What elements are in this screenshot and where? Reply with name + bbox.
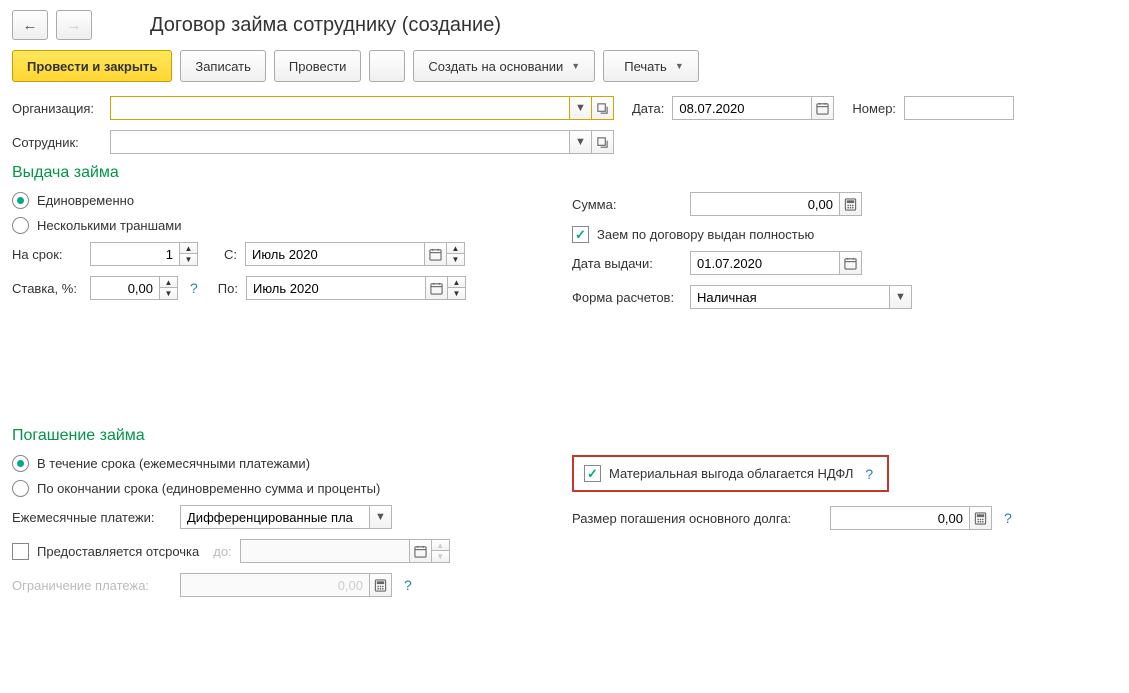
radio-tranches[interactable]: Несколькими траншами (12, 217, 532, 234)
dropdown-icon[interactable]: ▼ (890, 285, 912, 309)
to-spinner[interactable]: ▲▼ (448, 276, 466, 300)
radio-at-end[interactable]: По окончании срока (единовременно сумма … (12, 480, 532, 497)
issue-section-title: Выдача займа (12, 164, 1117, 182)
radio-during[interactable]: В течение срока (ежемесячными платежами) (12, 455, 532, 472)
checkbox-icon (572, 226, 589, 243)
organization-field[interactable]: ▼ (110, 96, 614, 120)
from-input[interactable] (245, 242, 425, 266)
radio-once[interactable]: Единовременно (12, 192, 532, 209)
date-input[interactable] (672, 96, 812, 120)
term-label: На срок: (12, 247, 82, 262)
rate-spinner[interactable]: ▲▼ (160, 276, 178, 300)
page-title: Договор займа сотруднику (создание) (150, 14, 501, 37)
radio-icon (12, 480, 29, 497)
number-input[interactable] (904, 96, 1014, 120)
calculator-icon[interactable] (840, 192, 862, 216)
issue-date-label: Дата выдачи: (572, 256, 682, 271)
loan-full-checkbox[interactable]: Заем по договору выдан полностью (572, 226, 912, 243)
form-input[interactable] (690, 285, 890, 309)
from-spinner[interactable]: ▲▼ (447, 242, 465, 266)
ndfl-highlight-box: Материальная выгода облагается НДФЛ ? (572, 455, 889, 492)
issue-date-input[interactable] (690, 251, 840, 275)
help-icon[interactable]: ? (404, 577, 412, 593)
employee-label: Сотрудник: (12, 135, 102, 150)
ndfl-label: Материальная выгода облагается НДФЛ (609, 466, 853, 481)
radio-icon (12, 455, 29, 472)
help-icon[interactable]: ? (190, 280, 198, 296)
organization-label: Организация: (12, 101, 102, 116)
calculator-icon[interactable] (970, 506, 992, 530)
help-icon[interactable]: ? (865, 466, 873, 482)
principal-input[interactable] (830, 506, 970, 530)
chevron-down-icon: ▼ (571, 61, 580, 71)
toolbar: Провести и закрыть Записать Провести Соз… (12, 50, 1117, 82)
calculator-icon (370, 573, 392, 597)
number-label: Номер: (852, 101, 896, 116)
sum-label: Сумма: (572, 197, 682, 212)
defer-input (240, 539, 410, 563)
repay-section-title: Погашение займа (12, 427, 1117, 445)
monthly-input[interactable] (180, 505, 370, 529)
calendar-icon[interactable] (425, 242, 447, 266)
print-button[interactable]: Печать▼ (603, 50, 699, 82)
to-input[interactable] (246, 276, 426, 300)
defer-checkbox[interactable]: Предоставляется отсрочка (12, 543, 199, 560)
to-label: По: (218, 281, 238, 296)
save-button[interactable]: Записать (180, 50, 266, 82)
open-icon[interactable] (592, 96, 614, 120)
nav-forward-button[interactable]: → (56, 10, 92, 40)
employee-input[interactable] (110, 130, 570, 154)
calendar-icon[interactable] (426, 276, 448, 300)
principal-label: Размер погашения основного долга: (572, 511, 822, 526)
date-field[interactable] (672, 96, 834, 120)
checkbox-icon (12, 543, 29, 560)
dropdown-icon[interactable]: ▼ (370, 505, 392, 529)
ndfl-checkbox[interactable] (584, 465, 601, 482)
term-spinner[interactable]: ▲▼ (180, 242, 198, 266)
limit-input (180, 573, 370, 597)
term-input[interactable] (90, 242, 180, 266)
chevron-down-icon: ▼ (675, 61, 684, 71)
post-button[interactable]: Провести (274, 50, 362, 82)
calendar-icon[interactable] (812, 96, 834, 120)
defer-spinner: ▲▼ (432, 539, 450, 563)
radio-icon (12, 192, 29, 209)
monthly-label: Ежемесячные платежи: (12, 510, 172, 525)
rate-input[interactable] (90, 276, 160, 300)
form-label: Форма расчетов: (572, 290, 682, 305)
rate-label: Ставка, %: (12, 281, 82, 296)
radio-icon (12, 217, 29, 234)
open-icon[interactable] (592, 130, 614, 154)
sum-input[interactable] (690, 192, 840, 216)
employee-field[interactable]: ▼ (110, 130, 614, 154)
defer-to-label: до: (213, 544, 231, 559)
calendar-icon (410, 539, 432, 563)
date-label: Дата: (632, 101, 664, 116)
create-based-on-button[interactable]: Создать на основании▼ (413, 50, 595, 82)
help-icon[interactable]: ? (1004, 510, 1012, 526)
from-label: С: (224, 247, 237, 262)
limit-label: Ограничение платежа: (12, 578, 172, 593)
dropdown-icon[interactable]: ▼ (570, 130, 592, 154)
calendar-icon[interactable] (840, 251, 862, 275)
dropdown-icon[interactable]: ▼ (570, 96, 592, 120)
post-and-close-button[interactable]: Провести и закрыть (12, 50, 172, 82)
nav-back-button[interactable]: ← (12, 10, 48, 40)
organization-input[interactable] (110, 96, 570, 120)
attach-button[interactable] (369, 50, 405, 82)
